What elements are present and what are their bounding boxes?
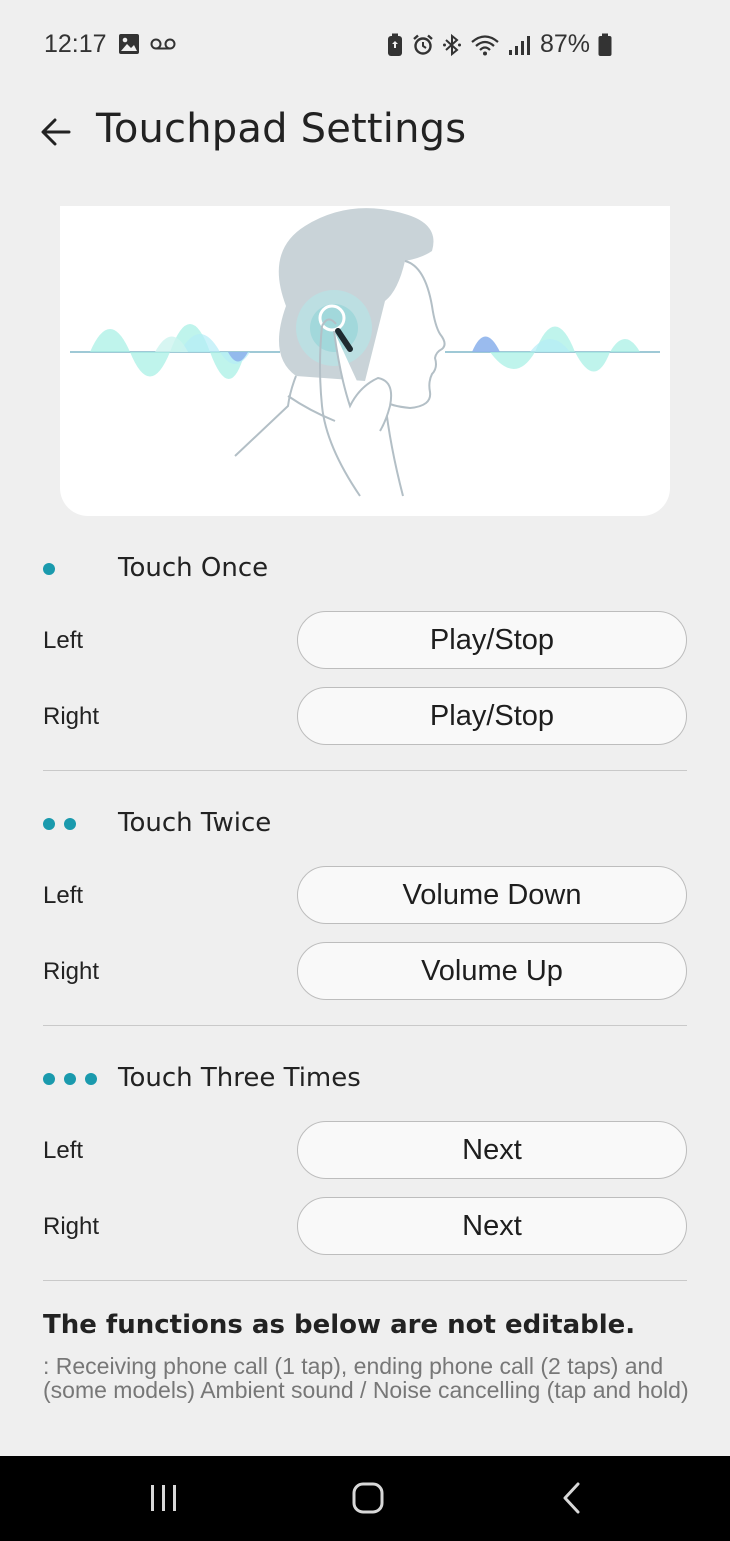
touch-three-left-select[interactable]: Next xyxy=(297,1121,687,1179)
status-right-icons: 87% xyxy=(386,30,612,59)
tap-dots-3 xyxy=(43,1073,97,1085)
battery-saver-icon xyxy=(386,33,404,57)
signal-icon xyxy=(508,34,532,56)
row-right: Right Play/Stop xyxy=(0,687,730,747)
row-left: Left Volume Down xyxy=(0,866,730,926)
voicemail-icon xyxy=(150,37,176,51)
recent-apps-button[interactable] xyxy=(134,1476,194,1520)
note-title: The functions as below are not editable. xyxy=(43,1310,636,1340)
row-label-left: Left xyxy=(43,627,84,654)
status-bar: 12:17 87% xyxy=(0,0,730,92)
bluetooth-icon xyxy=(442,33,462,57)
divider xyxy=(43,1025,687,1026)
touch-three-right-select[interactable]: Next xyxy=(297,1197,687,1255)
row-label-right: Right xyxy=(43,1213,100,1240)
home-icon xyxy=(352,1482,384,1514)
section-header: Touch Three Times xyxy=(0,1059,730,1099)
row-right: Right Volume Up xyxy=(0,942,730,1002)
system-back-button[interactable] xyxy=(542,1476,602,1520)
row-label-right: Right xyxy=(43,958,100,985)
row-left: Left Play/Stop xyxy=(0,611,730,671)
app-header: Touchpad Settings xyxy=(0,92,730,172)
touch-once-right-select[interactable]: Play/Stop xyxy=(297,687,687,745)
recent-apps-icon xyxy=(151,1485,176,1511)
home-button[interactable] xyxy=(338,1476,398,1520)
navigation-bar xyxy=(0,1456,730,1541)
gallery-icon xyxy=(118,33,140,55)
battery-percent: 87% xyxy=(539,30,590,58)
status-time: 12:17 xyxy=(44,30,107,58)
page-title: Touchpad Settings xyxy=(96,106,467,152)
divider xyxy=(43,770,687,771)
touch-twice-right-select[interactable]: Volume Up xyxy=(297,942,687,1000)
wifi-icon xyxy=(470,34,500,56)
tap-dot-icon xyxy=(43,563,55,575)
section-header: Touch Twice xyxy=(0,804,730,844)
status-left-icons xyxy=(118,33,176,55)
tap-dot-icon xyxy=(85,1073,97,1085)
row-label-left: Left xyxy=(43,882,84,909)
row-left: Left Next xyxy=(0,1121,730,1181)
back-icon xyxy=(563,1482,580,1514)
battery-icon xyxy=(598,33,612,57)
row-label-right: Right xyxy=(43,703,100,730)
alarm-icon xyxy=(412,34,434,56)
arrow-left-icon xyxy=(41,118,71,146)
section-title: Touch Once xyxy=(118,553,269,583)
tap-dot-icon xyxy=(64,818,76,830)
section-title: Touch Twice xyxy=(118,808,272,838)
tap-dot-icon xyxy=(64,1073,76,1085)
person-touching-earbud-illustration xyxy=(70,208,660,497)
section-title: Touch Three Times xyxy=(118,1063,361,1093)
tap-dots-2 xyxy=(43,818,76,830)
tap-dot-icon xyxy=(43,1073,55,1085)
tap-dot-icon xyxy=(43,818,55,830)
touch-twice-left-select[interactable]: Volume Down xyxy=(297,866,687,924)
touchpad-illustration xyxy=(60,206,670,516)
tap-dots-1 xyxy=(43,563,55,575)
row-right: Right Next xyxy=(0,1197,730,1257)
back-button[interactable] xyxy=(32,108,80,156)
divider xyxy=(43,1280,687,1281)
touch-once-left-select[interactable]: Play/Stop xyxy=(297,611,687,669)
screen: 12:17 87% Touchpad Settings Touch Once L… xyxy=(0,0,730,1541)
note-body: : Receiving phone call (1 tap), ending p… xyxy=(43,1353,689,1403)
row-label-left: Left xyxy=(43,1137,84,1164)
section-header: Touch Once xyxy=(0,549,730,589)
